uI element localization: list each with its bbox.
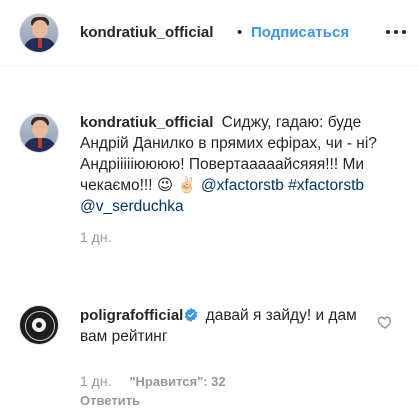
comment-time[interactable]: 1 дн.: [80, 373, 111, 389]
caption-text-block: kondratiuk_official Сиджу, гадаю: буде А…: [80, 112, 398, 217]
mention-xfactorstb[interactable]: @xfactorstb: [201, 177, 284, 194]
more-horizontal-icon[interactable]: [385, 26, 407, 38]
caption-username[interactable]: kondratiuk_official: [80, 114, 213, 131]
mention-v-serduchka[interactable]: @v_serduchka: [80, 198, 184, 215]
comment-meta: 1 дн. "Нравится": 32: [80, 373, 226, 389]
heart-outline-icon[interactable]: [377, 314, 393, 330]
follow-button[interactable]: Подписаться: [251, 24, 349, 41]
reply-button[interactable]: Ответить: [80, 393, 140, 408]
separator-dot: •: [237, 24, 243, 41]
comment-likes[interactable]: "Нравится": 32: [129, 374, 225, 389]
comment: poligrafofficial давай я зайду! и дам ва…: [80, 305, 372, 347]
caption-avatar[interactable]: [19, 113, 59, 153]
caption: kondratiuk_official Сиджу, гадаю: буде А…: [80, 112, 398, 245]
author-username[interactable]: kondratiuk_official: [80, 24, 213, 41]
author-avatar[interactable]: [19, 13, 59, 53]
commenter-avatar[interactable]: [19, 305, 59, 345]
post-header: kondratiuk_official • Подписаться: [0, 0, 419, 66]
caption-time[interactable]: 1 дн.: [80, 229, 398, 245]
verified-badge-icon: [185, 308, 198, 322]
hashtag-xfactorstb[interactable]: #xfactorstb: [288, 177, 364, 194]
commenter-username[interactable]: poligrafofficial: [80, 307, 183, 324]
